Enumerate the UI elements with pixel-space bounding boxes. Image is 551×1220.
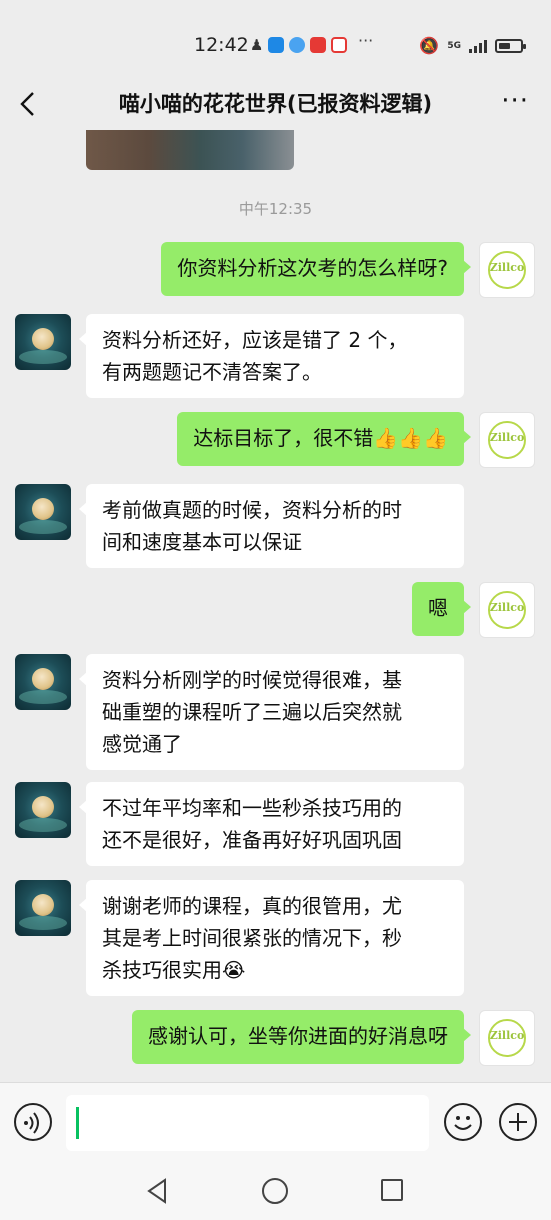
system-navigation-bar	[0, 1162, 551, 1220]
blue-app-icon	[268, 37, 285, 53]
message-bubble-incoming[interactable]: 资料分析刚学的时候觉得很难，基 础重塑的课程听了三遍以后突然就 感觉通了	[79, 654, 464, 770]
nav-home-icon[interactable]	[262, 1178, 288, 1204]
status-more-dots: ···	[358, 31, 374, 50]
teacher-avatar[interactable]: Zillco	[479, 412, 535, 468]
nav-back-icon[interactable]	[145, 1178, 169, 1204]
battery-icon	[495, 38, 526, 53]
message-bubble-outgoing[interactable]: 嗯	[412, 582, 471, 636]
student-avatar[interactable]	[15, 484, 71, 540]
message-bubble-incoming[interactable]: 资料分析还好，应该是错了 2 个， 有两题题记不清答案了。	[79, 314, 464, 398]
signal-label: 5G	[447, 40, 461, 51]
student-avatar[interactable]	[15, 654, 71, 710]
message-bubble-outgoing[interactable]: 你资料分析这次考的怎么样呀?	[161, 242, 471, 296]
message-composer	[0, 1082, 551, 1162]
teacher-avatar[interactable]: Zillco	[479, 1010, 535, 1066]
voice-wave-icon	[24, 1112, 39, 1134]
mute-bell-icon: 🔕	[419, 36, 440, 55]
image-message-thumbnail[interactable]	[86, 130, 294, 170]
status-time: 12:42	[194, 34, 249, 56]
back-button[interactable]	[14, 86, 44, 122]
status-notification-icons: ♟	[250, 36, 348, 54]
status-bar: 12:42 ♟ ··· 🔕 5G	[0, 0, 551, 78]
red-app-icon-2	[331, 37, 348, 53]
smiley-icon	[454, 1116, 472, 1130]
text-caret	[76, 1107, 79, 1139]
blue-flower-icon	[289, 37, 306, 53]
status-right-icons: 🔕 5G	[419, 36, 526, 55]
teacher-avatar[interactable]: Zillco	[479, 242, 535, 298]
voice-input-button[interactable]	[14, 1103, 52, 1141]
message-bubble-outgoing[interactable]: 感谢认可，坐等你进面的好消息呀	[132, 1010, 471, 1064]
more-actions-button[interactable]	[499, 1103, 537, 1141]
student-avatar[interactable]	[15, 314, 71, 370]
paw-icon: ♟	[250, 36, 264, 54]
emoji-button[interactable]	[444, 1103, 482, 1141]
battery-level	[499, 42, 510, 49]
chat-header: 喵小喵的花花世界(已报资料逻辑) ···	[0, 78, 551, 130]
student-avatar[interactable]	[15, 782, 71, 838]
message-list[interactable]: 中午12:35 Zillco 你资料分析这次考的怎么样呀? 资料分析还好，应该是…	[0, 130, 551, 1082]
student-avatar[interactable]	[15, 880, 71, 936]
chat-title: 喵小喵的花花世界(已报资料逻辑)	[118, 92, 433, 116]
message-bubble-incoming[interactable]: 谢谢老师的课程，真的很管用，尤 其是考上时间很紧张的情况下，秒 杀技巧很实用😭	[79, 880, 464, 996]
more-options-button[interactable]: ···	[501, 86, 529, 116]
message-bubble-outgoing[interactable]: 达标目标了，很不错👍👍👍	[177, 412, 471, 466]
teacher-avatar[interactable]: Zillco	[479, 582, 535, 638]
chevron-left-icon	[20, 92, 34, 116]
signal-bars-icon	[469, 39, 487, 53]
message-timestamp: 中午12:35	[238, 200, 313, 218]
message-bubble-incoming[interactable]: 不过年平均率和一些秒杀技巧用的 还不是很好，准备再好好巩固巩固	[79, 782, 464, 866]
red-app-icon	[310, 37, 327, 53]
message-bubble-incoming[interactable]: 考前做真题的时候，资料分析的时 间和速度基本可以保证	[79, 484, 464, 568]
nav-recents-icon[interactable]	[381, 1179, 403, 1201]
message-input[interactable]	[66, 1095, 429, 1151]
